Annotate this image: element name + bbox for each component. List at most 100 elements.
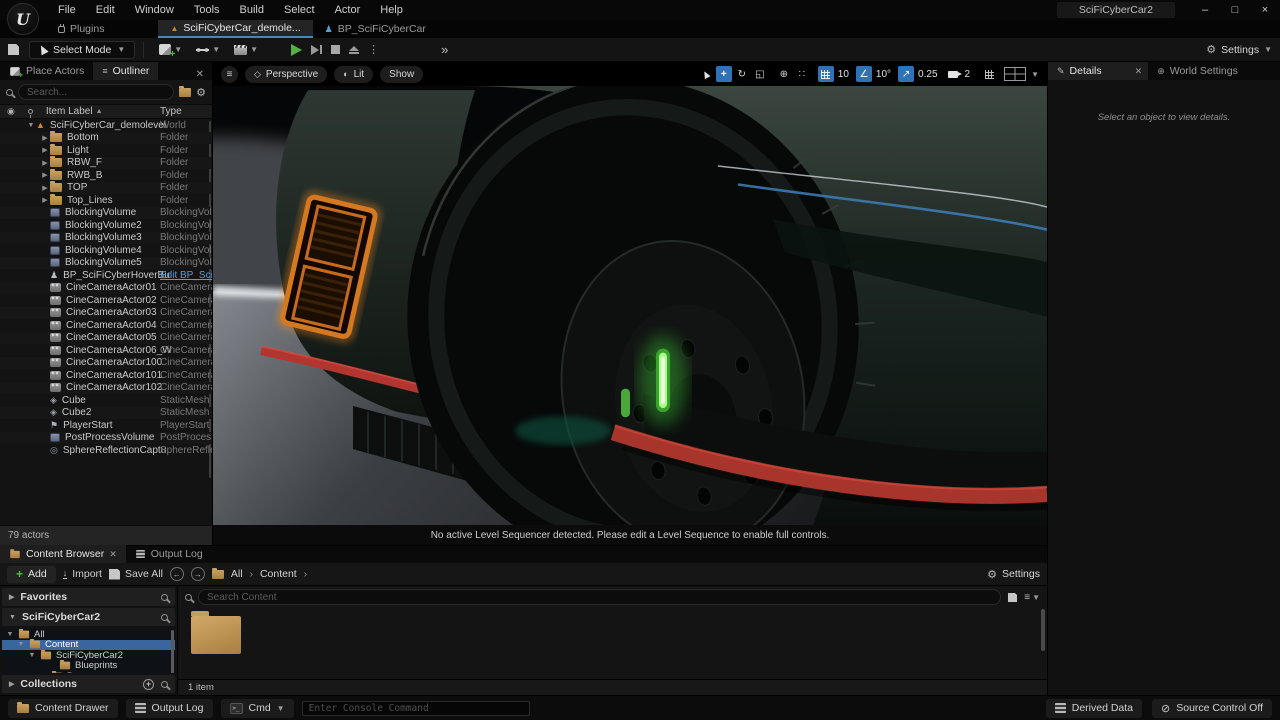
scale-tool-button[interactable]: ◱ [752,66,768,82]
outliner-search-input[interactable] [18,84,174,100]
outliner-row[interactable]: CineCameraActor05CineCamera [0,332,212,345]
outliner-row[interactable]: BlockingVolume2BlockingVol [0,219,212,232]
outliner-row[interactable]: CineCameraActor102CineCamera [0,382,212,395]
eye-icon[interactable]: ◉ [7,106,15,117]
level-viewport[interactable]: ≡ ◇ Perspective ◐ Lit Show [213,62,1047,545]
expander-icon[interactable]: ▶ [40,159,50,167]
new-folder-icon[interactable] [179,88,191,97]
chevron-down-icon[interactable]: ▼ [1031,70,1039,79]
perspective-dropdown[interactable]: ◇ Perspective [245,66,327,83]
forward-button[interactable]: → [191,567,205,581]
project-section[interactable]: ▼ SciFiCyberCar2 [2,608,175,626]
outliner-row[interactable]: CineCameraActor101CineCamera [0,369,212,382]
menu-file[interactable]: File [48,1,86,19]
outliner-row[interactable]: CineCameraActor03CineCamera [0,307,212,320]
asset-folder-tile[interactable] [191,616,241,654]
expander-icon[interactable]: ▶ [40,184,50,192]
cmd-dropdown[interactable]: >_ Cmd ▼ [221,699,294,718]
rotation-snap-button[interactable]: ∠ [856,66,872,82]
back-button[interactable]: ← [170,567,184,581]
content-tree-item[interactable]: ▼Content [2,640,175,651]
menu-edit[interactable]: Edit [86,1,125,19]
content-tree-item[interactable]: ▶Demo [2,671,175,673]
tab-output-log[interactable]: Output Log [126,545,212,563]
asset-scrollbar[interactable] [1041,609,1045,651]
close-icon[interactable]: ✕ [188,69,212,80]
lit-dropdown[interactable]: ◐ Lit [334,66,373,83]
content-browser-settings-button[interactable]: ⚙ Settings [987,568,1040,581]
content-drawer-button[interactable]: Content Drawer [8,699,118,718]
outliner-row[interactable]: CineCameraActor04CineCamera [0,319,212,332]
outliner-row[interactable]: ▶RWB_BFolder [0,169,212,182]
outliner-row[interactable]: ▶LightFolder [0,144,212,157]
expander-icon[interactable]: ▶ [40,171,50,179]
outliner-row[interactable]: ▶Top_LinesFolder [0,194,212,207]
tab-place-actors[interactable]: Place Actors [0,62,93,80]
import-button[interactable]: ↓ Import [63,568,102,580]
expander-icon[interactable]: ▶ [40,196,50,204]
add-button[interactable]: + Add [7,566,56,583]
edit-blueprint-link[interactable]: Edit BP_Sci [160,270,212,281]
output-log-button[interactable]: Output Log [126,699,213,718]
outliner-column-header[interactable]: ◉ Item Label ▲ Type [0,104,212,119]
outliner-row[interactable]: ◎SphereReflectionCaptuSphereRefle [0,444,212,457]
expander-icon[interactable]: ▼ [26,122,36,129]
viewport-render[interactable] [213,86,1047,525]
tab-level[interactable]: ▲ SciFiCyberCar_demole... [158,20,312,38]
tab-details[interactable]: ✎ Details ✕ [1048,62,1148,80]
viewport-menu-icon[interactable]: ≡ [221,66,238,83]
breadcrumb-item[interactable]: Content [260,568,297,580]
outliner-row[interactable]: ⚑PlayerStartPlayerStart [0,419,212,432]
outliner-row[interactable]: BlockingVolumeBlockingVol [0,207,212,220]
pin-icon[interactable] [28,109,33,114]
unreal-logo-icon[interactable]: U [7,3,39,35]
outliner-row[interactable]: ▶RBW_FFolder [0,157,212,170]
stop-button[interactable] [331,45,340,54]
outliner-row[interactable]: BlockingVolume3BlockingVol [0,232,212,245]
surface-snap-button[interactable]: ∷ [794,66,810,82]
source-control-button[interactable]: ⊘ Source Control Off [1152,699,1272,718]
content-tree-item[interactable]: ▼SciFiCyberCar2 [2,650,175,661]
expander-icon[interactable]: ▼ [6,631,14,638]
cinematics-button[interactable]: ▼ [234,45,258,55]
expander-icon[interactable]: ▼ [28,652,36,659]
tab-content-browser[interactable]: Content Browser ✕ [0,545,126,563]
select-tool-button[interactable] [698,66,714,82]
breadcrumb-item[interactable]: All [231,568,243,580]
menu-help[interactable]: Help [370,1,413,19]
expander-icon[interactable]: ▼ [17,641,25,648]
menu-actor[interactable]: Actor [325,1,371,19]
save-all-button[interactable]: Save All [109,568,163,580]
outliner-settings-icon[interactable]: ⚙ [196,86,206,99]
outliner-row[interactable]: ▼▲SciFiCyberCar_demolevelWorld [0,119,212,132]
content-search-input[interactable] [198,589,1001,605]
frame-skip-button[interactable] [311,45,322,55]
move-tool-button[interactable]: + [716,66,732,82]
filter-icon[interactable]: ≡▼ [1024,592,1040,603]
content-tree-item[interactable]: ▼All [2,629,175,640]
rotate-tool-button[interactable]: ↻ [734,66,750,82]
close-icon[interactable]: ✕ [109,549,117,560]
world-space-button[interactable]: ⊕ [776,66,792,82]
eject-button[interactable] [349,46,359,54]
search-icon[interactable] [161,614,168,621]
close-icon[interactable]: ✕ [1135,66,1143,77]
rotation-snap-value[interactable]: 10° [876,69,891,80]
expander-icon[interactable]: ▶ [40,134,50,142]
tab-world-settings[interactable]: ⊕ World Settings [1148,62,1247,80]
outliner-row[interactable]: CineCameraActor02CineCamera [0,294,212,307]
select-mode-dropdown[interactable]: Select Mode ▼ [29,41,135,59]
outliner-row[interactable]: ▶BottomFolder [0,132,212,145]
grid-snap-button[interactable] [818,66,834,82]
save-icon[interactable] [8,44,19,55]
search-icon[interactable] [161,594,168,601]
toolbar-settings-button[interactable]: ⚙ Settings ▼ [1206,43,1272,56]
save-search-icon[interactable] [1008,592,1017,601]
menu-window[interactable]: Window [125,1,184,19]
play-button[interactable] [291,44,302,56]
content-tree-item[interactable]: Blueprints [2,661,175,672]
minimize-button[interactable]: – [1190,0,1220,20]
outliner-row[interactable]: BlockingVolume4BlockingVol [0,244,212,257]
camera-speed-button[interactable] [945,66,961,82]
outliner-row[interactable]: ◈Cube2StaticMesh [0,407,212,420]
